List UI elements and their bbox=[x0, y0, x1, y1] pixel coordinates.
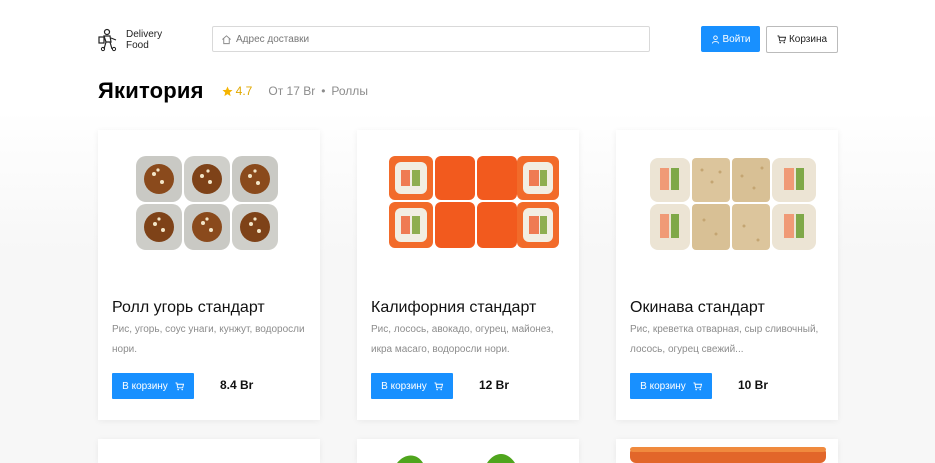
address-search[interactable] bbox=[212, 26, 650, 52]
add-to-cart-button[interactable]: В корзину bbox=[630, 373, 712, 399]
star-icon bbox=[222, 85, 233, 96]
logo-line1: Delivery bbox=[126, 29, 163, 40]
product-description: Рис, лосось, авокадо, огурец, майонез, и… bbox=[371, 324, 554, 355]
home-icon bbox=[222, 34, 231, 44]
product-card[interactable] bbox=[98, 439, 320, 463]
eel-roll-image[interactable] bbox=[98, 130, 320, 290]
product-title[interactable]: Калифорния стандарт bbox=[371, 299, 536, 317]
okinawa-roll-picture bbox=[650, 158, 816, 250]
product-title[interactable]: Ролл угорь стандарт bbox=[112, 299, 265, 317]
cart-icon bbox=[693, 381, 702, 390]
product-description: Рис, угорь, соус унаги, кунжут, водоросл… bbox=[112, 324, 305, 355]
add-to-cart-button[interactable]: В корзину bbox=[371, 373, 453, 399]
price-from: От 17 Br bbox=[268, 84, 316, 98]
eel-roll-picture bbox=[136, 156, 278, 250]
restaurant-heading: Якитория 4.7 От 17 Br • Роллы bbox=[98, 76, 368, 106]
cart-icon bbox=[175, 381, 184, 390]
product-title[interactable]: Окинава стандарт bbox=[630, 299, 765, 317]
okinawa-roll-image[interactable] bbox=[616, 130, 838, 290]
california-roll-image[interactable] bbox=[357, 130, 579, 290]
add-to-cart-label: В корзину bbox=[381, 380, 427, 392]
product-description: Рис, креветка отварная, сыр сливочный, л… bbox=[630, 324, 819, 355]
rating-value: 4.7 bbox=[235, 84, 253, 98]
product-card[interactable]: Окинава стандарт Рис, креветка отварная,… bbox=[616, 130, 838, 420]
user-icon bbox=[711, 34, 719, 44]
add-to-cart-label: В корзину bbox=[122, 380, 168, 392]
logo-text: Delivery Food bbox=[126, 29, 162, 51]
product-price: 8.4 Br bbox=[220, 378, 254, 392]
product-price: 12 Br bbox=[479, 378, 510, 392]
cart-icon bbox=[777, 35, 786, 44]
baked-roll-picture bbox=[630, 447, 826, 463]
restaurant-title: Якитория bbox=[98, 78, 204, 103]
product-card[interactable]: Калифорния стандарт Рис, лосось, авокадо… bbox=[357, 130, 579, 420]
add-to-cart-button[interactable]: В корзину bbox=[112, 373, 194, 399]
product-card[interactable] bbox=[616, 439, 838, 463]
restaurant-category: Роллы bbox=[331, 84, 368, 98]
delivery-courier-icon bbox=[98, 28, 117, 52]
logo-line2: Food bbox=[126, 40, 149, 51]
product-price: 10 Br bbox=[738, 378, 769, 392]
login-label: Войти bbox=[722, 33, 751, 45]
product-card[interactable]: Ролл угорь стандарт Рис, угорь, соус уна… bbox=[98, 130, 320, 420]
california-roll-picture bbox=[389, 156, 559, 248]
cart-label: Корзина bbox=[788, 34, 828, 45]
cart-icon bbox=[434, 381, 443, 390]
cart-button[interactable]: Корзина bbox=[766, 26, 838, 53]
address-input[interactable] bbox=[236, 33, 636, 45]
separator-dot: • bbox=[321, 84, 326, 98]
add-to-cart-label: В корзину bbox=[640, 380, 686, 392]
product-card[interactable] bbox=[357, 439, 579, 463]
header: Delivery Food Войти Корзина bbox=[0, 0, 935, 80]
rating: 4.7 bbox=[222, 84, 253, 98]
seaweed-roll-picture bbox=[397, 454, 515, 463]
logo[interactable]: Delivery Food bbox=[98, 27, 178, 53]
login-button[interactable]: Войти bbox=[701, 26, 760, 52]
